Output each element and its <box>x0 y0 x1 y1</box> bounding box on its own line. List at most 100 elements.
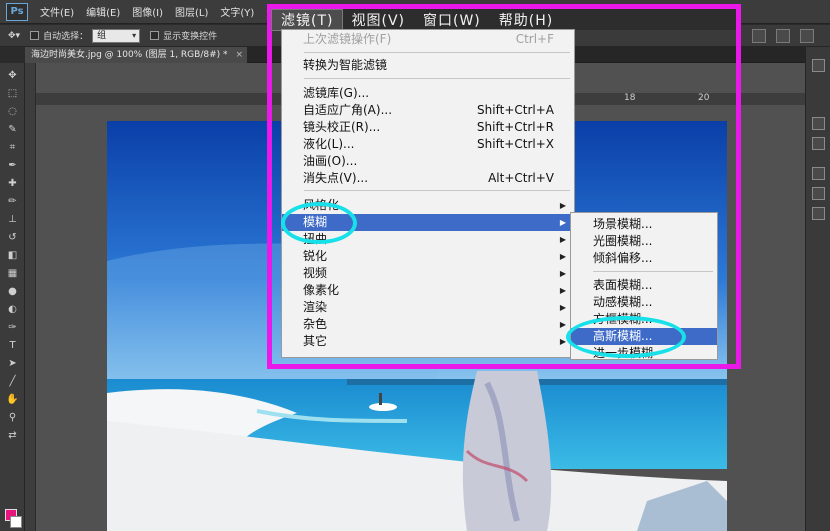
vertical-ruler <box>25 63 36 531</box>
submenu-arrow-icon: ▶ <box>559 269 566 278</box>
lasso-icon[interactable]: ◌ <box>5 105 20 119</box>
submenu-arrow-icon: ▶ <box>559 286 566 295</box>
menu-item-other[interactable]: 其它 ▶ <box>282 333 574 350</box>
menu-item-label: 渲染 <box>303 300 328 314</box>
eraser-icon[interactable]: ◧ <box>5 249 20 263</box>
zoomed-menu-bar: 滤镜(T) 视图(V) 窗口(W) 帮助(H) <box>270 8 736 31</box>
auto-select-dropdown[interactable]: 组 <box>92 28 141 43</box>
blur-tool-icon[interactable]: ● <box>5 285 20 299</box>
menu-item-adaptive-wide-angle[interactable]: 自适应广角(A)... Shift+Ctrl+A <box>282 102 574 119</box>
type-icon[interactable]: T <box>5 339 20 353</box>
eyedropper-icon[interactable]: ✒ <box>5 159 20 173</box>
menu-item-label: 镜头校正(R)... <box>303 120 381 134</box>
swap-colors-icon[interactable]: ⇄ <box>5 429 20 443</box>
menu-item-convert-smart-filter[interactable]: 转换为智能滤镜 <box>282 57 574 74</box>
show-transform-label: 显示变换控件 <box>163 32 218 42</box>
menu-image[interactable]: 图像(I) <box>126 4 169 19</box>
submenu-item-surface-blur[interactable]: 表面模糊... <box>571 277 717 294</box>
menu-item-oil-paint[interactable]: 油画(O)... <box>282 153 574 170</box>
crop-icon[interactable]: ⌗ <box>5 141 20 155</box>
right-panel-strip <box>805 47 830 531</box>
panel-icon[interactable] <box>812 59 825 72</box>
menu-item-label: 消失点(V)... <box>303 171 369 185</box>
menu-separator <box>593 271 713 272</box>
pen-icon[interactable]: ✑ <box>5 321 20 335</box>
annotation-ring-blur <box>281 202 357 244</box>
zoom-icon[interactable]: ⚲ <box>5 411 20 425</box>
panel-icon[interactable] <box>812 187 825 200</box>
menu-view[interactable]: 视图(V) <box>342 10 414 30</box>
menu-item-label: 像素化 <box>303 283 340 297</box>
menu-item-sharpen[interactable]: 锐化 ▶ <box>282 248 574 265</box>
brush-icon[interactable]: ✏ <box>5 195 20 209</box>
menu-item-label: 自适应广角(A)... <box>303 103 393 117</box>
show-transform-checkbox[interactable] <box>150 31 160 40</box>
gradient-icon[interactable]: ▦ <box>5 267 20 281</box>
align-icon[interactable] <box>752 28 766 43</box>
menu-item-render[interactable]: 渲染 ▶ <box>282 299 574 316</box>
submenu-arrow-icon: ▶ <box>559 252 566 261</box>
menu-item-label: 上次滤镜操作(F) <box>303 32 392 46</box>
menu-item-label: 液化(L)... <box>303 137 355 151</box>
dodge-icon[interactable]: ◐ <box>5 303 20 317</box>
quick-select-icon[interactable]: ✎ <box>5 123 20 137</box>
menu-item-lens-correction[interactable]: 镜头校正(R)... Shift+Ctrl+R <box>282 119 574 136</box>
menu-item-label: 视频 <box>303 266 328 280</box>
stamp-icon[interactable]: ⊥ <box>5 213 20 227</box>
submenu-item-motion-blur[interactable]: 动感模糊... <box>571 294 717 311</box>
background-color-swatch[interactable] <box>10 516 22 528</box>
menu-item-shortcut: Shift+Ctrl+A <box>477 103 554 117</box>
menu-item-liquify[interactable]: 液化(L)... Shift+Ctrl+X <box>282 136 574 153</box>
menu-window[interactable]: 窗口(W) <box>414 10 490 30</box>
submenu-arrow-icon: ▶ <box>559 320 566 329</box>
menu-help[interactable]: 帮助(H) <box>490 10 562 30</box>
hand-icon[interactable]: ✋ <box>5 393 20 407</box>
submenu-item-iris-blur[interactable]: 光圈模糊... <box>571 233 717 250</box>
path-select-icon[interactable]: ➤ <box>5 357 20 371</box>
menu-layer[interactable]: 图层(L) <box>169 4 214 19</box>
panel-icon[interactable] <box>812 207 825 220</box>
document-tab[interactable]: 海边时尚美女.jpg @ 100% (图层 1, RGB/8#) * × <box>25 47 247 63</box>
menu-item-pixelate[interactable]: 像素化 ▶ <box>282 282 574 299</box>
submenu-item-tilt-shift[interactable]: 倾斜偏移... <box>571 250 717 267</box>
menu-file[interactable]: 文件(E) <box>34 4 80 19</box>
menu-item-shortcut: Alt+Ctrl+V <box>488 171 554 185</box>
marquee-icon[interactable]: ⬚ <box>5 87 20 101</box>
move-icon[interactable]: ✥ <box>5 69 20 83</box>
menu-item-label: 油画(O)... <box>303 154 358 168</box>
close-icon[interactable]: × <box>235 47 243 63</box>
panel-icon[interactable] <box>812 167 825 180</box>
menu-item-shortcut: Shift+Ctrl+R <box>476 120 554 134</box>
menu-item-label: 滤镜库(G)... <box>303 86 370 100</box>
annotation-ring-gaussian <box>566 316 686 358</box>
menu-filter[interactable]: 滤镜(T) <box>270 8 344 31</box>
submenu-arrow-icon: ▶ <box>559 218 566 227</box>
filter-menu: 上次滤镜操作(F) Ctrl+F 转换为智能滤镜 滤镜库(G)... 自适应广角… <box>281 29 575 358</box>
menu-item-label: 锐化 <box>303 249 328 263</box>
distribute-horizontal-icon[interactable] <box>800 28 814 43</box>
menu-type[interactable]: 文字(Y) <box>214 4 260 19</box>
photoshop-window: Ps 文件(E) 编辑(E) 图像(I) 图层(L) 文字(Y) 选择(S) ✥… <box>0 0 830 531</box>
auto-select-label: 自动选择： <box>43 32 89 42</box>
submenu-item-field-blur[interactable]: 场景模糊... <box>571 216 717 233</box>
menu-item-label: 其它 <box>303 334 328 348</box>
menu-item-video[interactable]: 视频 ▶ <box>282 265 574 282</box>
distribute-icon[interactable] <box>776 28 790 43</box>
menu-edit[interactable]: 编辑(E) <box>80 4 126 19</box>
submenu-arrow-icon: ▶ <box>559 303 566 312</box>
menu-separator <box>304 52 570 53</box>
line-icon[interactable]: ╱ <box>5 375 20 389</box>
auto-select-checkbox[interactable] <box>30 31 40 40</box>
menu-item-filter-gallery[interactable]: 滤镜库(G)... <box>282 85 574 102</box>
panel-icon[interactable] <box>812 117 825 130</box>
healing-icon[interactable]: ✚ <box>5 177 20 191</box>
submenu-arrow-icon: ▶ <box>559 201 566 210</box>
menu-item-label: 杂色 <box>303 317 328 331</box>
menu-item-vanishing-point[interactable]: 消失点(V)... Alt+Ctrl+V <box>282 170 574 187</box>
panel-icon[interactable] <box>812 137 825 150</box>
menu-separator <box>304 190 570 191</box>
menu-item-noise[interactable]: 杂色 ▶ <box>282 316 574 333</box>
menu-item-shortcut: Ctrl+F <box>515 32 554 46</box>
move-tool-icon[interactable]: ✥▾ <box>8 31 20 41</box>
history-brush-icon[interactable]: ↺ <box>5 231 20 245</box>
